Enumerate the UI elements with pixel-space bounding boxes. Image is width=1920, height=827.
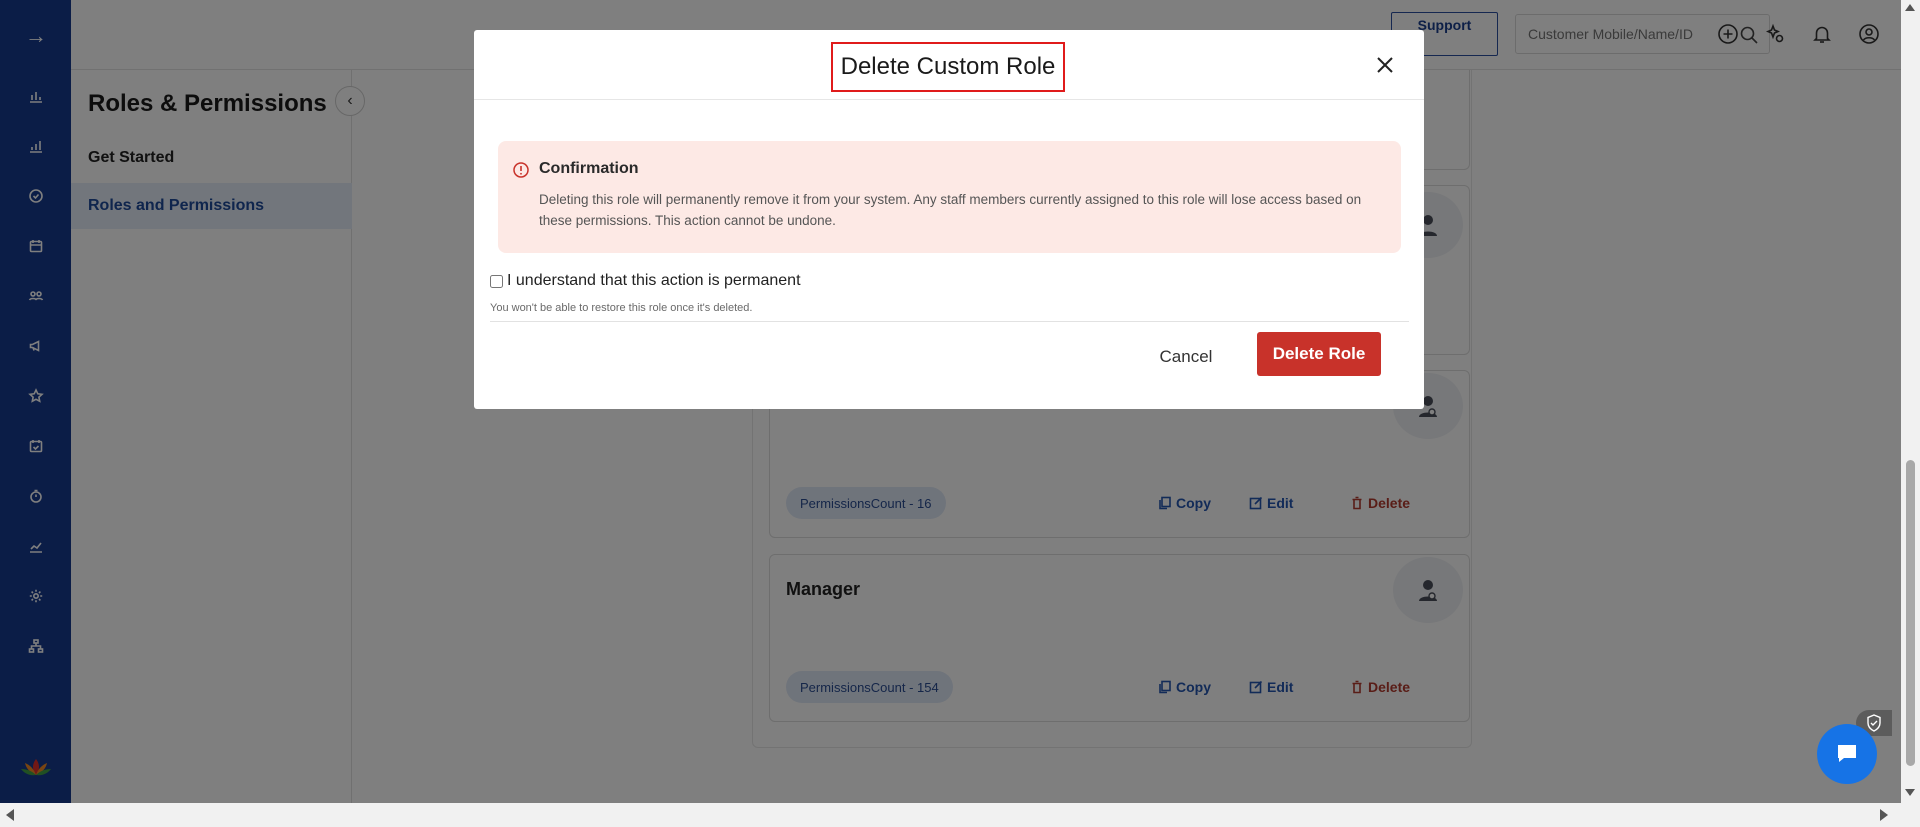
confirmation-alert: Confirmation Deleting this role will per… xyxy=(498,141,1401,253)
close-button[interactable] xyxy=(1372,52,1398,78)
dialog-title: Delete Custom Role xyxy=(831,42,1065,92)
scroll-up-icon[interactable] xyxy=(1905,4,1915,11)
delete-role-confirm-button[interactable]: Delete Role xyxy=(1257,332,1381,376)
delete-role-dialog: Delete Custom Role Confirmation Deleting… xyxy=(474,30,1424,409)
chat-bubble-icon xyxy=(1838,745,1856,762)
acknowledge-label: I understand that this action is permane… xyxy=(507,272,801,289)
scrollbar-thumb[interactable] xyxy=(1906,460,1915,766)
scroll-down-icon[interactable] xyxy=(1905,789,1915,796)
acknowledge-hint: You won't be able to restore this role o… xyxy=(490,302,753,314)
chat-button[interactable] xyxy=(1817,724,1877,784)
dialog-header: Delete Custom Role xyxy=(474,30,1424,100)
close-icon xyxy=(1377,57,1393,73)
acknowledge-checkbox[interactable] xyxy=(490,274,503,288)
cancel-button[interactable]: Cancel xyxy=(1144,335,1228,379)
scroll-left-icon[interactable] xyxy=(6,809,14,821)
scroll-right-icon[interactable] xyxy=(1880,809,1888,821)
alert-title: Confirmation xyxy=(539,160,639,177)
horizontal-scrollbar[interactable] xyxy=(0,803,1920,827)
alert-body: Deleting this role will permanently remo… xyxy=(539,192,1362,228)
warning-icon xyxy=(513,162,529,178)
dialog-divider xyxy=(490,321,1409,322)
vertical-scrollbar[interactable] xyxy=(1901,0,1920,803)
acknowledge-row[interactable]: I understand that this action is permane… xyxy=(490,272,801,290)
